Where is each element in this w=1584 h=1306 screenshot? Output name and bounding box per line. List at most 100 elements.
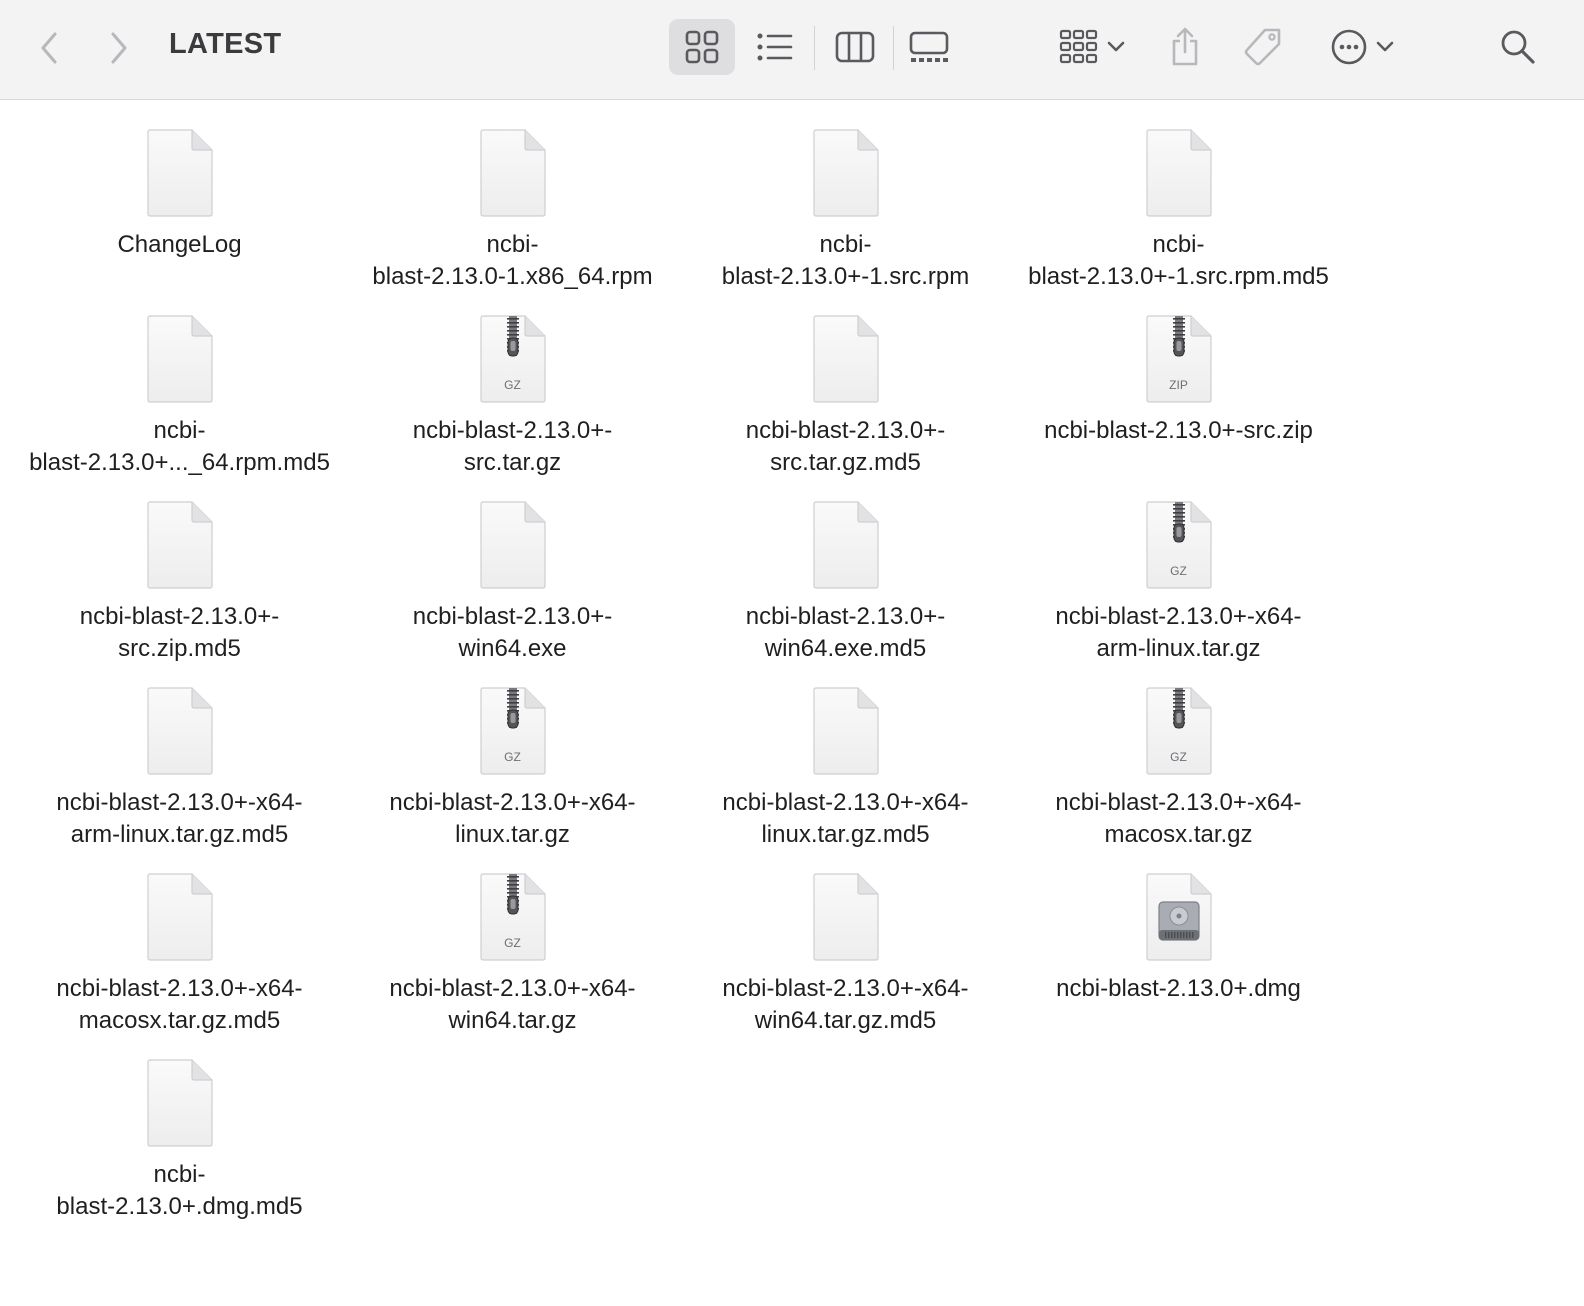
file-item[interactable]: ncbi-blast-2.13.0+- src.tar.gz.md5 [679, 314, 1012, 500]
file-name-label: ncbi-blast-2.13.0+-x64- linux.tar.gz [389, 789, 636, 848]
file-icon-wrapper: GZ [479, 314, 547, 404]
file-name-label: ncbi-blast-2.13.0+-x64- win64.tar.gz.md5 [722, 975, 969, 1034]
file-icon-wrapper: ZIP [1145, 314, 1213, 404]
document-file-icon [1145, 129, 1212, 217]
file-icon-wrapper [812, 872, 880, 962]
file-icon-wrapper: GZ [479, 872, 547, 962]
chevron-right-icon [111, 32, 127, 64]
file-name-label: ncbi-blast-2.13.0+-x64- linux.tar.gz.md5 [722, 789, 969, 848]
chevron-left-icon [41, 32, 57, 64]
file-name-label: ncbi-blast-2.13.0+-x64- win64.tar.gz [389, 975, 636, 1034]
document-file-icon [812, 129, 879, 217]
document-file-icon [812, 315, 879, 403]
document-file-icon [146, 315, 213, 403]
file-icon-wrapper: GZ [1145, 500, 1213, 590]
document-file-icon [812, 687, 879, 775]
file-item[interactable]: ncbi-blast-2.13.0+.dmg [1012, 872, 1345, 1058]
file-name-label: ncbi-blast-2.13.0+- src.zip.md5 [79, 603, 280, 662]
file-icon-wrapper [146, 128, 214, 218]
gallery-view-icon [909, 31, 949, 62]
document-file-icon [146, 501, 213, 589]
file-item[interactable]: ncbi-blast-2.13.0+- src.zip.md5 [13, 500, 346, 686]
file-name-label: ncbi- blast-2.13.0+.dmg.md5 [56, 1161, 303, 1220]
file-browser-content: ChangeLog ncbi- blast-2.13.0-1.x86_64.rpm… [0, 100, 1584, 1306]
file-icon-wrapper [146, 872, 214, 962]
file-item[interactable]: ncbi-blast-2.13.0+-x64- win64.tar.gz.md5 [679, 872, 1012, 1058]
file-name-label: ChangeLog [117, 231, 242, 258]
file-item[interactable]: GZ ncbi-blast-2.13.0+-x64- arm-linux.tar.… [1012, 500, 1345, 686]
document-file-icon [146, 1059, 213, 1147]
file-name-label: ncbi- blast-2.13.0+-1.src.rpm.md5 [1028, 231, 1329, 290]
icon-view-button[interactable] [669, 19, 735, 75]
file-name-label: ncbi-blast-2.13.0+-x64- arm-linux.tar.gz… [56, 789, 303, 848]
share-icon [1172, 27, 1198, 66]
tag-button[interactable] [1238, 19, 1288, 75]
file-item[interactable]: GZ ncbi-blast-2.13.0+-x64- macosx.tar.gz [1012, 686, 1345, 872]
file-name-label: ncbi-blast-2.13.0+-x64- macosx.tar.gz.md… [56, 975, 303, 1034]
file-type-badge: GZ [1170, 564, 1187, 578]
file-item[interactable]: GZ ncbi-blast-2.13.0+-x64- win64.tar.gz [346, 872, 679, 1058]
search-icon [1501, 30, 1535, 64]
file-item[interactable]: GZ ncbi-blast-2.13.0+-x64- linux.tar.gz [346, 686, 679, 872]
toolbar: LATEST [0, 0, 1584, 100]
file-item[interactable]: ZIP ncbi-blast-2.13.0+-src.zip [1012, 314, 1345, 500]
file-name-label: ncbi-blast-2.13.0+-x64- macosx.tar.gz [1055, 789, 1302, 848]
file-name-label: ncbi- blast-2.13.0+..._64.rpm.md5 [29, 417, 330, 476]
list-view-button[interactable] [744, 19, 806, 75]
file-type-badge: GZ [504, 378, 521, 392]
file-name-label: ncbi-blast-2.13.0+- src.tar.gz.md5 [745, 417, 946, 476]
back-button[interactable] [34, 26, 64, 70]
file-item[interactable]: ncbi- blast-2.13.0-1.x86_64.rpm [346, 128, 679, 314]
file-name-label: ncbi- blast-2.13.0+-1.src.rpm [721, 231, 970, 290]
list-view-icon [757, 33, 793, 61]
toolbar-divider [814, 26, 815, 70]
file-type-badge: GZ [1170, 750, 1187, 764]
file-name-label: ncbi-blast-2.13.0+- win64.exe [412, 603, 613, 662]
file-name-label: ncbi- blast-2.13.0-1.x86_64.rpm [372, 231, 653, 290]
file-item[interactable]: ncbi- blast-2.13.0+..._64.rpm.md5 [13, 314, 346, 500]
document-file-icon [812, 873, 879, 961]
chevron-down-icon [1376, 41, 1394, 52]
file-icon-wrapper [146, 500, 214, 590]
file-item[interactable]: ncbi-blast-2.13.0+-x64- arm-linux.tar.gz… [13, 686, 346, 872]
disk-image-icon [1145, 873, 1212, 961]
forward-button[interactable] [104, 26, 134, 70]
file-item[interactable]: ncbi- blast-2.13.0+-1.src.rpm.md5 [1012, 128, 1345, 314]
file-icon-wrapper [812, 500, 880, 590]
column-view-icon [835, 31, 875, 63]
file-item[interactable]: ncbi- blast-2.13.0+.dmg.md5 [13, 1058, 346, 1244]
tag-icon [1244, 28, 1281, 66]
file-name-label: ncbi-blast-2.13.0+- src.tar.gz [412, 417, 613, 476]
file-icon-wrapper [146, 686, 214, 776]
file-icon-wrapper [812, 128, 880, 218]
document-file-icon [479, 129, 546, 217]
file-icon-wrapper: GZ [479, 686, 547, 776]
group-by-button[interactable] [1050, 19, 1134, 75]
search-button[interactable] [1494, 19, 1542, 75]
column-view-button[interactable] [824, 19, 886, 75]
document-file-icon [479, 501, 546, 589]
file-icon-wrapper [1145, 128, 1213, 218]
ellipsis-circle-icon [1331, 29, 1367, 65]
document-file-icon [146, 129, 213, 217]
gallery-view-button[interactable] [898, 19, 960, 75]
file-type-badge: ZIP [1169, 378, 1188, 392]
file-item[interactable]: ncbi-blast-2.13.0+-x64- linux.tar.gz.md5 [679, 686, 1012, 872]
more-actions-button[interactable] [1322, 19, 1402, 75]
file-item[interactable]: ChangeLog [13, 128, 346, 314]
group-grid-icon [1059, 29, 1098, 64]
grid-view-icon [685, 30, 719, 64]
file-item[interactable]: ncbi- blast-2.13.0+-1.src.rpm [679, 128, 1012, 314]
file-item[interactable]: ncbi-blast-2.13.0+- win64.exe.md5 [679, 500, 1012, 686]
file-item[interactable]: GZ ncbi-blast-2.13.0+- src.tar.gz [346, 314, 679, 500]
share-button[interactable] [1160, 19, 1210, 75]
file-icon-wrapper [1145, 872, 1213, 962]
file-item[interactable]: ncbi-blast-2.13.0+- win64.exe [346, 500, 679, 686]
file-name-label: ncbi-blast-2.13.0+.dmg [1056, 975, 1301, 1002]
file-icon-wrapper [146, 314, 214, 404]
file-icon-wrapper [479, 500, 547, 590]
file-icon-wrapper [812, 686, 880, 776]
window-title: LATEST [169, 28, 282, 60]
file-item[interactable]: ncbi-blast-2.13.0+-x64- macosx.tar.gz.md… [13, 872, 346, 1058]
file-icon-wrapper [479, 128, 547, 218]
